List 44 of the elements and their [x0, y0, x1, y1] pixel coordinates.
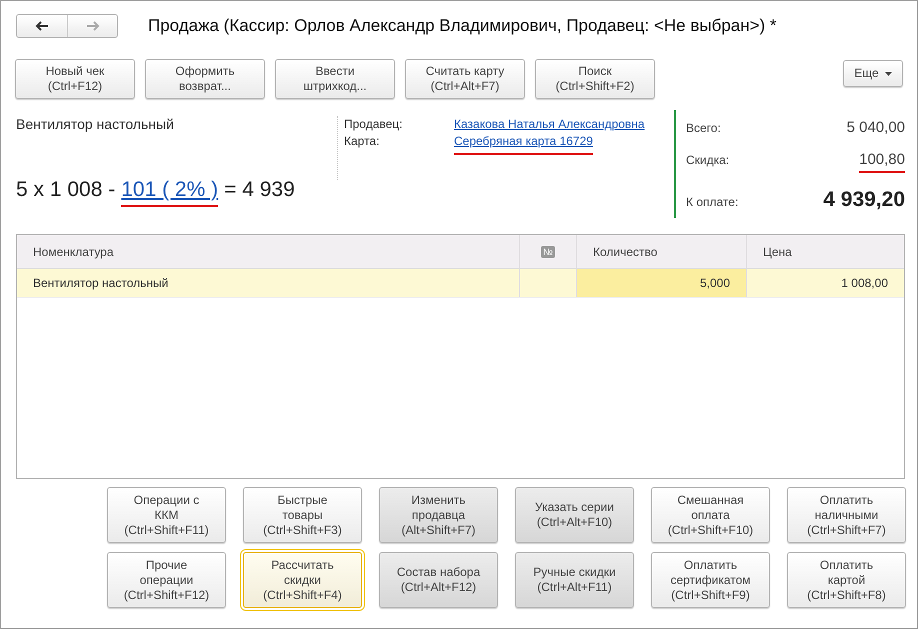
detail-link[interactable]: Серебряная карта 16729: [454, 133, 593, 155]
detail-label: Карта:: [344, 133, 380, 150]
total-label: Всего:: [686, 121, 721, 135]
total-value: 5 040,00: [846, 119, 905, 136]
product-name: Вентилятор настольный: [16, 116, 175, 132]
action-button[interactable]: Ручные скидки (Ctrl+Alt+F11): [515, 552, 634, 608]
table-cell: Вентилятор настольный: [33, 276, 168, 290]
action-button[interactable]: Смешанная оплата (Ctrl+Shift+F10): [651, 487, 770, 543]
action-button[interactable]: Изменить продавца (Alt+Shift+F7): [379, 487, 498, 543]
table-row[interactable]: Вентилятор настольный 5,000 1 008,00: [17, 269, 904, 298]
toolbar-button[interactable]: Оформить возврат...: [145, 59, 265, 99]
action-button[interactable]: Прочие операции (Ctrl+Shift+F12): [107, 552, 226, 608]
caret-icon: [885, 72, 892, 76]
table-cell: 5,000: [700, 276, 730, 290]
toolbar-button[interactable]: Ввести штрихкод...: [275, 59, 395, 99]
toolbar-button[interactable]: Поиск (Ctrl+Shift+F2): [535, 59, 655, 99]
action-button[interactable]: Операции с ККМ (Ctrl+Shift+F11): [107, 487, 226, 543]
action-button[interactable]: Быстрые товары (Ctrl+Shift+F3): [243, 487, 362, 543]
calc-text: 5 x 1 008 -: [16, 178, 116, 203]
arrow-icon: [86, 21, 100, 31]
action-button[interactable]: Оплатить наличными (Ctrl+Shift+F7): [787, 487, 906, 543]
detail-link[interactable]: Казакова Наталья Александровна: [454, 116, 645, 133]
column-header[interactable]: Количество: [593, 244, 658, 258]
table-cell: 1 008,00: [841, 276, 888, 290]
column-header[interactable]: Номенклатура: [33, 244, 114, 258]
arrow-icon: [35, 21, 49, 31]
detail-label: Продавец:: [344, 116, 404, 133]
action-button[interactable]: Состав набора (Ctrl+Alt+F12): [379, 552, 498, 608]
toolbar-button[interactable]: Считать карту (Ctrl+Alt+F7): [405, 59, 525, 99]
action-button[interactable]: Оплатить сертификатом (Ctrl+Shift+F9): [651, 552, 770, 608]
window-title: Продажа (Кассир: Орлов Александр Владимирович, Продавец: <Не выбран>) *: [148, 16, 777, 36]
action-button[interactable]: Рассчитать скидки (Ctrl+Shift+F4): [243, 552, 362, 608]
total-value: 4 939,20: [823, 188, 905, 212]
total-value: 100,80: [859, 151, 905, 173]
more-button[interactable]: Еще: [843, 60, 903, 87]
discount-link[interactable]: 101 ( 2% ): [121, 178, 218, 207]
calc-text: = 4 939: [224, 178, 295, 203]
number-column-icon: №: [541, 246, 555, 258]
action-button[interactable]: Оплатить картой (Ctrl+Shift+F8): [787, 552, 906, 608]
column-header[interactable]: Цена: [763, 244, 792, 258]
action-button[interactable]: Указать серии (Ctrl+Alt+F10): [515, 487, 634, 543]
toolbar-button[interactable]: Новый чек (Ctrl+F12): [15, 59, 135, 99]
total-label: К оплате:: [686, 195, 738, 209]
total-label: Скидка:: [686, 153, 730, 167]
